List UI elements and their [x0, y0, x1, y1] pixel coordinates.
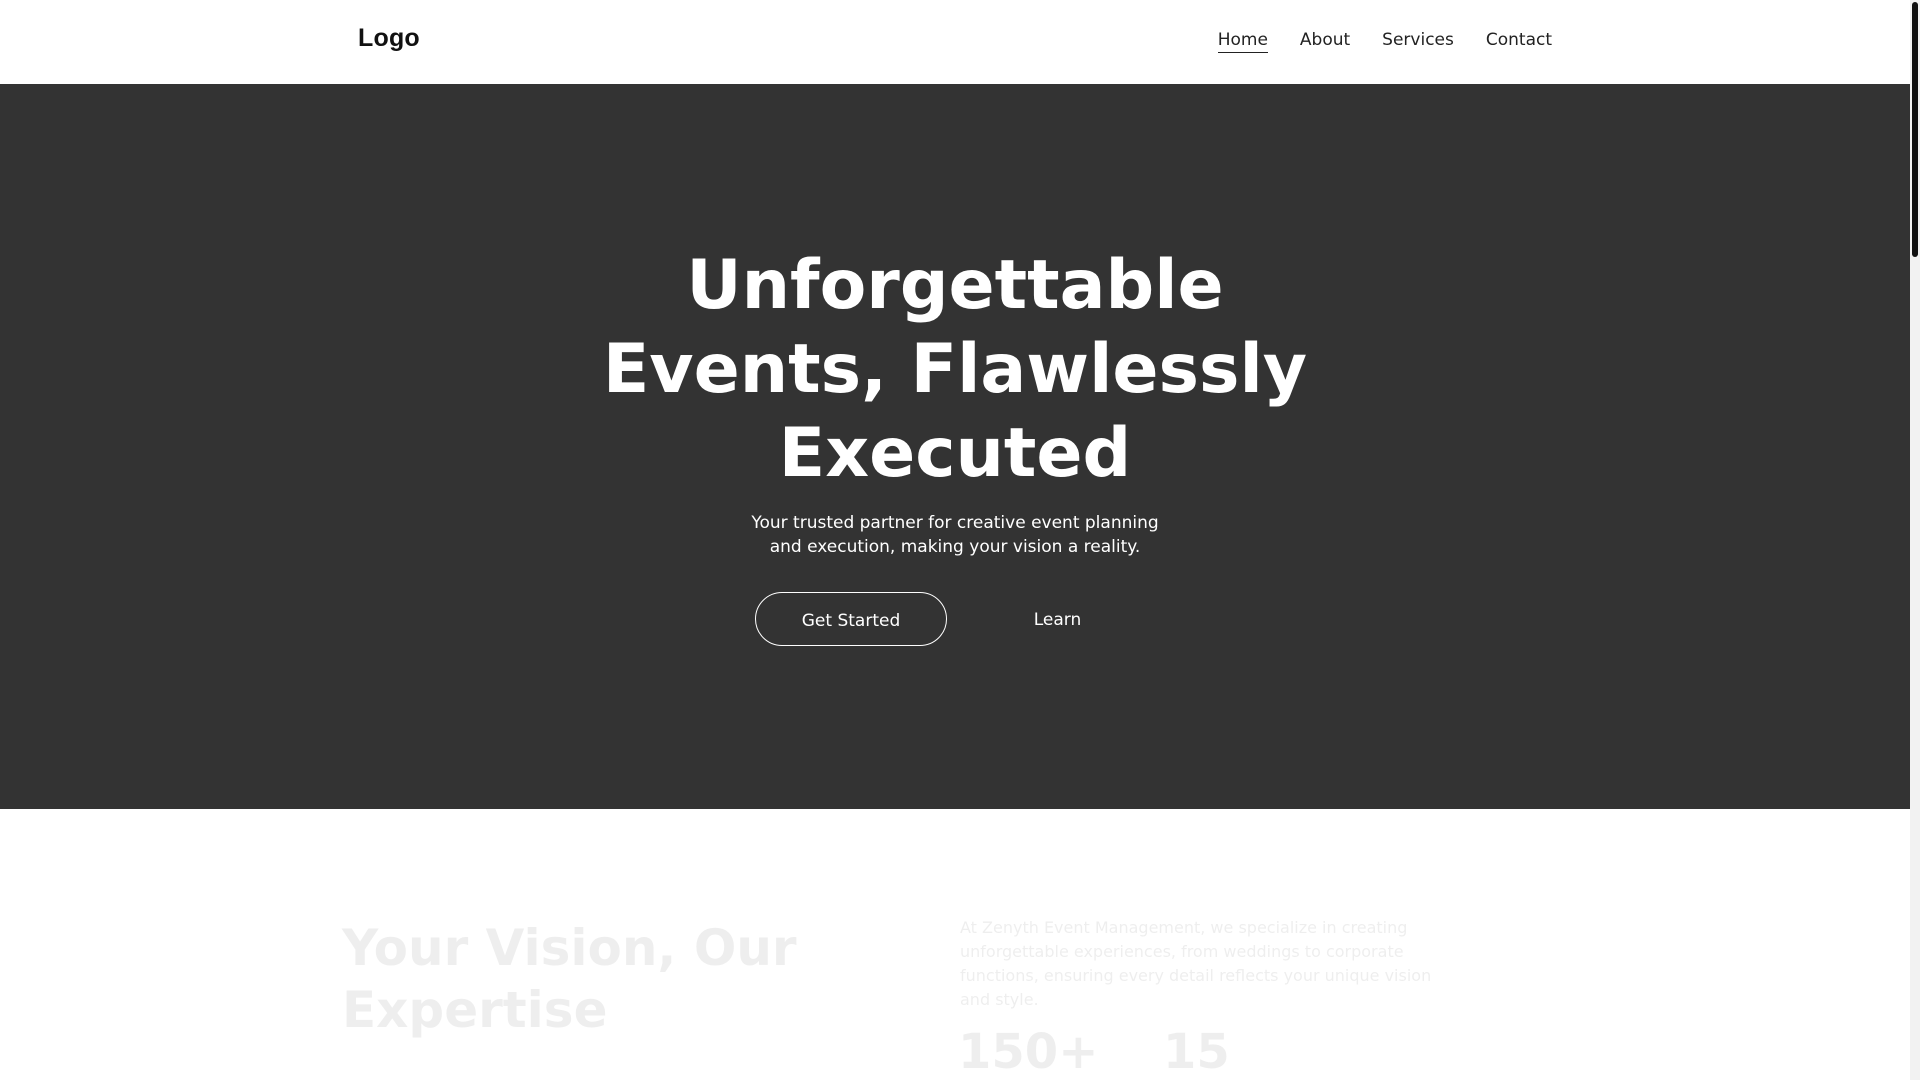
hero-title: Unforgettable Events, Flawlessly Execute… — [0, 244, 1910, 496]
nav-link-home[interactable]: Home — [1217, 30, 1268, 53]
hero-section: Unforgettable Events, Flawlessly Execute… — [0, 84, 1910, 809]
section-title-line: Your Vision, Our — [342, 919, 797, 977]
learn-button[interactable]: Learn — [980, 592, 1135, 646]
section-description: At Zenyth Event Management, we specializ… — [960, 918, 1432, 1009]
hero-title-line: Unforgettable — [686, 246, 1224, 325]
page-content: Logo Home About Services Contact Unforge… — [0, 0, 1910, 1080]
hero-subtitle: Your trusted partner for creative event … — [751, 513, 1159, 557]
nav-link-about[interactable]: About — [1300, 30, 1350, 53]
scrollbar-thumb[interactable] — [1912, 2, 1918, 257]
vertical-scrollbar[interactable] — [1910, 0, 1920, 1080]
site-logo[interactable]: Logo — [358, 24, 420, 53]
site-header: Logo Home About Services Contact — [0, 0, 1910, 85]
browser-viewport: Logo Home About Services Contact Unforge… — [0, 0, 1920, 1080]
stat-value: 150+ — [958, 1024, 1099, 1080]
nav-link-services[interactable]: Services — [1382, 30, 1454, 53]
hero-title-line: Events, Flawlessly — [602, 330, 1308, 409]
main-nav: Home About Services Contact — [1217, 30, 1552, 53]
nav-link-contact[interactable]: Contact — [1486, 30, 1552, 53]
section-title-line: Expertise — [342, 981, 608, 1039]
about-section: Your Vision, Our Expertise At Zenyth Eve… — [0, 809, 1910, 1080]
stat-value: 15 — [1163, 1024, 1230, 1080]
section-title: Your Vision, Our Expertise — [342, 917, 862, 1041]
get-started-button[interactable]: Get Started — [755, 592, 947, 646]
hero-title-line: Executed — [778, 414, 1132, 493]
